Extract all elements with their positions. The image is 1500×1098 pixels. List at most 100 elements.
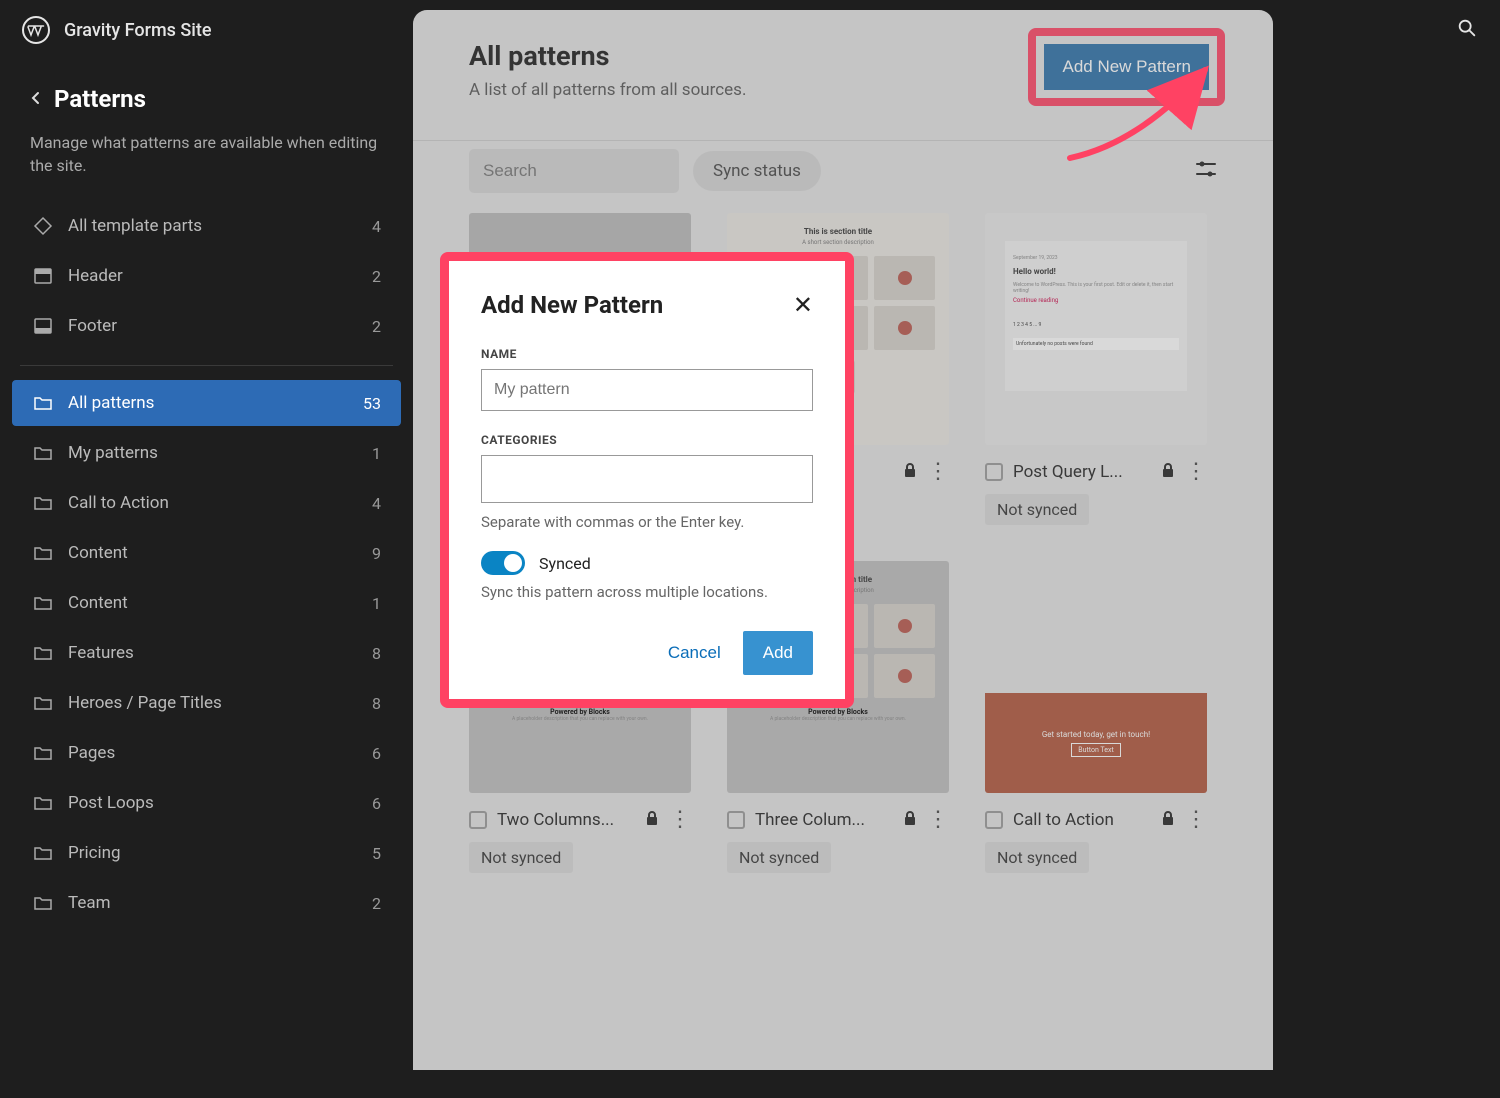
- folder-icon: [32, 592, 54, 614]
- sidebar-item-post-loops[interactable]: Post Loops 6: [12, 780, 401, 826]
- add-new-pattern-button[interactable]: Add New Pattern: [1044, 44, 1209, 90]
- sidebar-item-heroes-page-titles[interactable]: Heroes / Page Titles 8: [12, 680, 401, 726]
- pattern-card: Get started today, get in touch!Button T…: [985, 561, 1207, 873]
- sidebar-item-content[interactable]: Content 1: [12, 580, 401, 626]
- sidebar-item-all-template-parts[interactable]: All template parts 4: [12, 203, 401, 249]
- lock-icon: [645, 810, 659, 830]
- folder-icon: [32, 892, 54, 914]
- more-options-icon[interactable]: ⋮: [1185, 807, 1207, 832]
- sidebar-item-pricing[interactable]: Pricing 5: [12, 830, 401, 876]
- search-input[interactable]: [483, 161, 704, 181]
- more-options-icon[interactable]: ⋮: [927, 459, 949, 484]
- search-input-wrapper[interactable]: [469, 149, 679, 193]
- sidebar-item-content[interactable]: Content 9: [12, 530, 401, 576]
- close-icon[interactable]: ✕: [793, 291, 813, 319]
- more-options-icon[interactable]: ⋮: [669, 807, 691, 832]
- synced-description: Sync this pattern across multiple locati…: [481, 583, 813, 601]
- sidebar-item-count: 2: [372, 894, 381, 913]
- sidebar-item-count: 8: [372, 644, 381, 663]
- page-header: All patterns A list of all patterns from…: [413, 10, 1273, 140]
- sidebar-item-label: Footer: [68, 316, 358, 336]
- sidebar-item-footer[interactable]: Footer 2: [12, 303, 401, 349]
- pattern-checkbox[interactable]: [727, 811, 745, 829]
- sidebar-item-label: My patterns: [68, 443, 358, 463]
- cancel-button[interactable]: Cancel: [660, 633, 729, 673]
- pattern-checkbox[interactable]: [469, 811, 487, 829]
- name-field-label: Name: [481, 347, 813, 361]
- filters-bar: Sync status: [413, 140, 1273, 213]
- sidebar-item-count: 5: [372, 844, 381, 863]
- more-options-icon[interactable]: ⋮: [1185, 459, 1207, 484]
- add-pattern-modal: Add New Pattern ✕ Name Categories Separa…: [449, 261, 845, 699]
- folder-icon: [32, 742, 54, 764]
- pattern-name: Three Colum...: [755, 810, 893, 830]
- sidebar-item-all-patterns[interactable]: All patterns 53: [12, 380, 401, 426]
- sidebar-item-label: Team: [68, 893, 358, 913]
- sidebar-item-label: Post Loops: [68, 793, 358, 813]
- sidebar-title: Patterns: [54, 85, 146, 113]
- sidebar-item-header[interactable]: Header 2: [12, 253, 401, 299]
- categories-field-label: Categories: [481, 433, 813, 447]
- synced-toggle-label: Synced: [539, 554, 591, 573]
- pattern-checkbox[interactable]: [985, 811, 1003, 829]
- sidebar-item-label: Header: [68, 266, 358, 286]
- sync-status-badge: Not synced: [985, 494, 1089, 525]
- sidebar-item-label: All patterns: [68, 393, 349, 413]
- modal-title: Add New Pattern: [481, 291, 663, 319]
- sidebar-item-pages[interactable]: Pages 6: [12, 730, 401, 776]
- sidebar-item-label: Pricing: [68, 843, 358, 863]
- folder-icon: [32, 842, 54, 864]
- sidebar-item-count: 1: [372, 594, 381, 613]
- add-button[interactable]: Add: [743, 631, 813, 675]
- filter-settings-icon[interactable]: [1195, 159, 1217, 183]
- folder-icon: [32, 542, 54, 564]
- sync-status-badge: Not synced: [469, 842, 573, 873]
- pattern-thumbnail[interactable]: September 19, 2023Hello world!Welcome to…: [985, 213, 1207, 445]
- synced-toggle[interactable]: [481, 551, 525, 575]
- sidebar-item-team[interactable]: Team 2: [12, 880, 401, 926]
- back-chevron-icon[interactable]: [30, 90, 42, 109]
- sidebar-item-label: Features: [68, 643, 358, 663]
- sidebar-item-features[interactable]: Features 8: [12, 630, 401, 676]
- sidebar-item-label: Heroes / Page Titles: [68, 693, 358, 713]
- folder-icon: [32, 642, 54, 664]
- categories-input[interactable]: [481, 455, 813, 503]
- sidebar-item-call-to-action[interactable]: Call to Action 4: [12, 480, 401, 526]
- search-icon[interactable]: [1456, 17, 1478, 43]
- folder-icon: [32, 492, 54, 514]
- folder-icon: [32, 792, 54, 814]
- sidebar-item-count: 8: [372, 694, 381, 713]
- sidebar-description: Manage what patterns are available when …: [10, 123, 403, 203]
- lock-icon: [903, 462, 917, 482]
- pattern-thumbnail[interactable]: Get started today, get in touch!Button T…: [985, 561, 1207, 793]
- pattern-name: Call to Action: [1013, 810, 1151, 830]
- more-options-icon[interactable]: ⋮: [927, 807, 949, 832]
- sidebar-item-count: 2: [372, 317, 381, 336]
- sidebar-item-label: All template parts: [68, 216, 358, 236]
- sidebar-item-count: 4: [372, 494, 381, 513]
- sidebar: Patterns Manage what patterns are availa…: [0, 60, 413, 926]
- sidebar-item-count: 1: [372, 444, 381, 463]
- sidebar-item-my-patterns[interactable]: My patterns 1: [12, 430, 401, 476]
- sync-status-badge: Not synced: [727, 842, 831, 873]
- sidebar-item-count: 6: [372, 794, 381, 813]
- pattern-name-input[interactable]: [481, 369, 813, 411]
- pattern-checkbox[interactable]: [985, 463, 1003, 481]
- sidebar-divider: [20, 365, 393, 366]
- wordpress-logo-icon[interactable]: [22, 16, 50, 44]
- sidebar-item-count: 2: [372, 267, 381, 286]
- sync-status-filter[interactable]: Sync status: [693, 151, 821, 191]
- sidebar-item-count: 9: [372, 544, 381, 563]
- sidebar-item-count: 4: [372, 217, 381, 236]
- pattern-card: September 19, 2023Hello world!Welcome to…: [985, 213, 1207, 525]
- folder-icon: [32, 692, 54, 714]
- pattern-name: Two Columns...: [497, 810, 635, 830]
- pattern-name: Post Query L...: [1013, 462, 1151, 482]
- sidebar-item-label: Content: [68, 593, 358, 613]
- add-button-highlight: Add New Pattern: [1028, 28, 1225, 106]
- lock-icon: [1161, 462, 1175, 482]
- layout-footer-icon: [32, 315, 54, 337]
- layout-header-icon: [32, 265, 54, 287]
- modal-highlight: Add New Pattern ✕ Name Categories Separa…: [440, 252, 854, 708]
- diamond-icon: [32, 215, 54, 237]
